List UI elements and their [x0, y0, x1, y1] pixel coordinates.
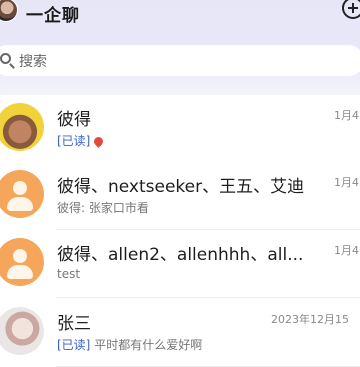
app-title: 一企聊 — [26, 6, 80, 26]
preview-text: 彼得: 张家口市看 — [57, 201, 149, 215]
chat-preview: 彼得: 张家口市看 — [57, 199, 149, 216]
red-emoji-icon — [92, 135, 106, 148]
add-icon[interactable] — [342, 0, 360, 19]
search-placeholder: 搜索 — [19, 54, 47, 70]
search-icon — [0, 53, 11, 64]
chat-avatar — [0, 307, 44, 355]
app-header: 一企聊 — [0, 0, 360, 34]
chat-name: 张三 — [57, 314, 91, 334]
chat-preview: [已读] 平时都有什么爱好啊 — [57, 336, 202, 353]
chat-name: 彼得 — [57, 110, 91, 130]
chat-name: 彼得、allen2、allenhhh、all... — [57, 245, 304, 265]
chat-time: 1月4 — [334, 109, 359, 122]
chat-item-group-1[interactable]: 彼得、nextseeker、王五、艾迪 1月4 彼得: 张家口市看 — [0, 162, 360, 230]
chat-list: 彼得 1月4 [已读] 彼得、nextseeker、王五、艾迪 1月4 彼得: … — [0, 95, 360, 367]
default-avatar-icon — [0, 238, 44, 286]
default-avatar-icon — [0, 170, 44, 218]
search-bar[interactable]: 搜索 — [0, 45, 360, 76]
chat-item-zhangsan[interactable]: 张三 2023年12月15 [已读] 平时都有什么爱好啊 — [0, 299, 360, 367]
preview-text: test — [57, 267, 81, 281]
chat-item-group-2[interactable]: 彼得、allen2、allenhhh、all... 1月4 test — [0, 230, 360, 298]
read-status: [已读] — [57, 338, 91, 352]
chat-avatar — [0, 103, 44, 151]
chat-item-peter[interactable]: 彼得 1月4 [已读] — [0, 95, 360, 163]
user-avatar[interactable] — [0, 0, 18, 22]
chat-time: 1月4 — [334, 176, 359, 189]
chat-preview: test — [57, 267, 80, 281]
read-status: [已读] — [57, 134, 91, 148]
divider — [56, 297, 360, 298]
chat-time: 1月4 — [334, 244, 359, 257]
preview-text: 平时都有什么爱好啊 — [94, 338, 203, 352]
chat-name: 彼得、nextseeker、王五、艾迪 — [57, 177, 305, 197]
chat-preview: [已读] — [57, 132, 106, 149]
chat-time: 2023年12月15 — [271, 313, 349, 326]
